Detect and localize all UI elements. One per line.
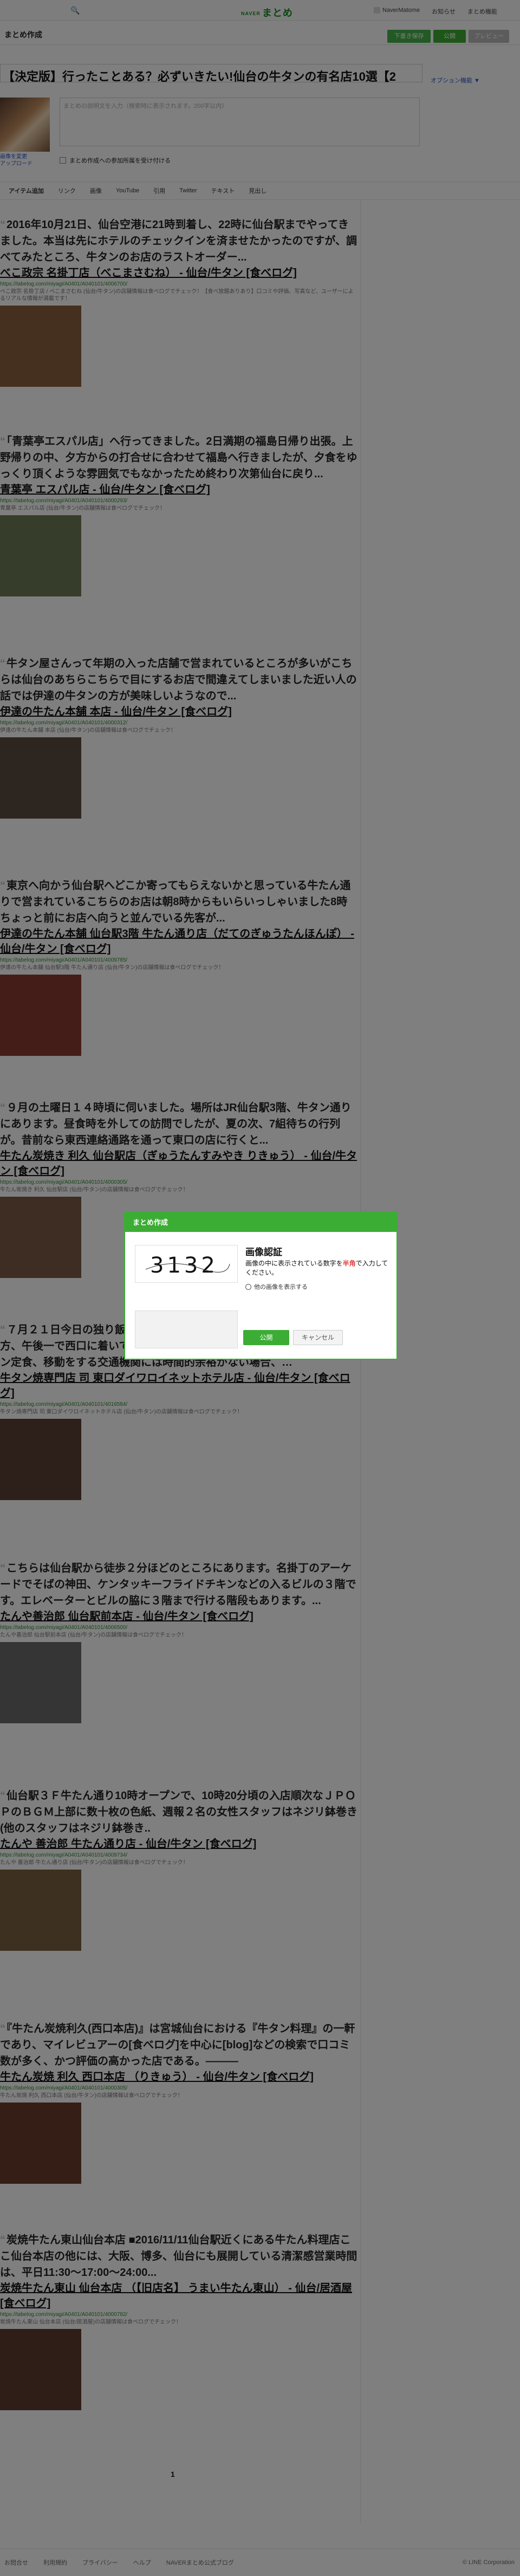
dialog-title: 画像認証: [245, 1247, 282, 1257]
dialog-header: まとめ作成: [125, 1213, 396, 1232]
refresh-captcha[interactable]: 他の画像を表示する: [245, 1282, 308, 1291]
captcha-image: 3132: [135, 1245, 238, 1283]
dialog-cancel-button[interactable]: キャンセル: [293, 1330, 343, 1345]
captcha-dialog: まとめ作成 3132 画像認証 画像の中に表示されている数字を半角で入力してくだ…: [124, 1212, 398, 1360]
refresh-label: 他の画像を表示する: [254, 1284, 308, 1290]
dialog-description: 画像の中に表示されている数字を半角で入力してください。: [245, 1259, 392, 1277]
dialog-ok-button[interactable]: 公開: [243, 1330, 289, 1345]
desc-emphasis: 半角: [342, 1260, 356, 1267]
captcha-input[interactable]: [135, 1310, 238, 1348]
desc-part-a: 画像の中に表示されている数字を: [245, 1260, 343, 1267]
refresh-radio-icon[interactable]: [245, 1283, 251, 1290]
captcha-digits: 3132: [150, 1253, 218, 1278]
